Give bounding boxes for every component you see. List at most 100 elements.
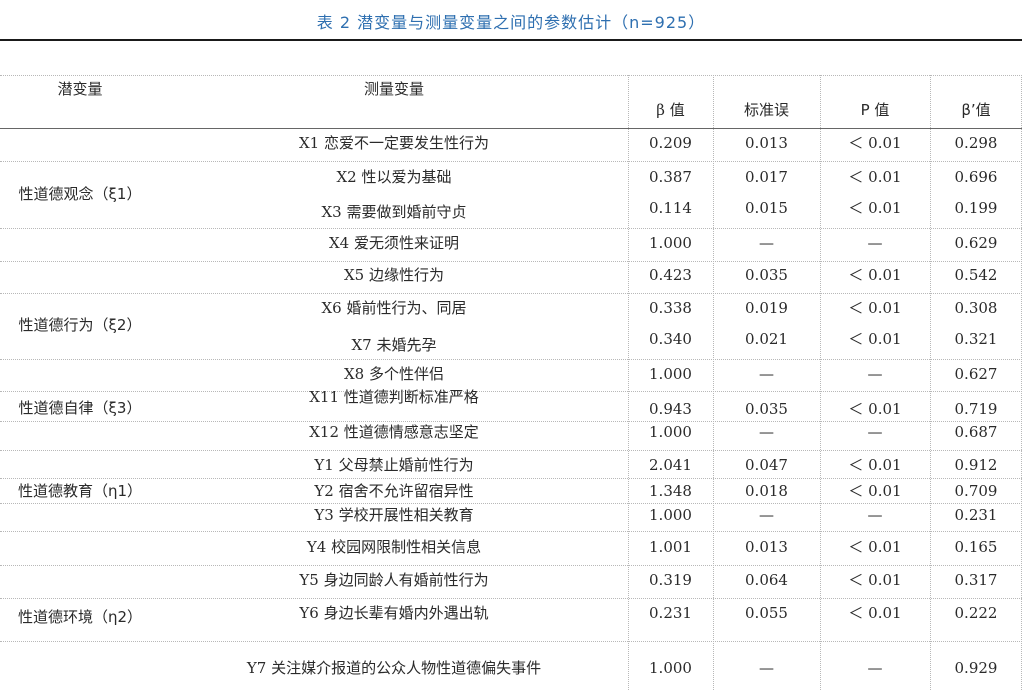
- p-value: —: [867, 659, 883, 677]
- se-value: 0.017: [745, 168, 788, 186]
- row-divider: [0, 261, 1022, 262]
- p-value: ＜ 0.01: [848, 538, 902, 556]
- measured-variable: Y6 身边长辈有婚内外遇出轨: [299, 604, 489, 622]
- beta-value: 0.114: [649, 199, 692, 217]
- latent-label: 性道德观念（ξ1）: [18, 185, 142, 203]
- beta-value: 0.319: [649, 571, 692, 589]
- beta-std-value: 0.308: [954, 299, 998, 317]
- se-value: 0.035: [745, 266, 788, 284]
- se-value: —: [759, 365, 774, 383]
- beta-std-value: 0.629: [954, 234, 998, 252]
- beta-value: 0.423: [649, 266, 692, 284]
- beta-std-value: 0.627: [954, 365, 998, 383]
- table-title: 表 2 潜变量与测量变量之间的参数估计（n=925）: [316, 13, 706, 32]
- measured-variable: Y5 身边同龄人有婚前性行为: [299, 571, 489, 589]
- se-value: 0.035: [745, 400, 788, 418]
- beta-value: 1.000: [649, 423, 692, 441]
- header-bottom-border: [0, 128, 1022, 129]
- p-value: ＜ 0.01: [848, 482, 902, 500]
- header-beta: β 值: [656, 101, 685, 119]
- se-value: —: [759, 506, 774, 524]
- se-value: 0.013: [745, 538, 788, 556]
- p-value: ＜ 0.01: [848, 330, 902, 348]
- p-value: —: [867, 506, 883, 524]
- measured-variable: X5 边缘性行为: [344, 266, 444, 284]
- row-divider: [0, 598, 1022, 599]
- row-divider: [0, 565, 1022, 566]
- se-value: 0.013: [745, 134, 788, 152]
- p-value: ＜ 0.01: [848, 604, 902, 622]
- latent-label: 性道德行为（ξ2）: [18, 316, 142, 334]
- p-value: ＜ 0.01: [848, 400, 902, 418]
- p-value: ＜ 0.01: [848, 134, 902, 152]
- measured-variable: X7 未婚先孕: [351, 336, 437, 354]
- measured-variable: X4 爱无须性来证明: [329, 234, 459, 252]
- se-value: —: [759, 234, 774, 252]
- beta-std-value: 0.165: [954, 538, 998, 556]
- row-divider: [0, 503, 1022, 504]
- beta-value: 0.943: [649, 400, 692, 418]
- row-divider: [0, 161, 1022, 162]
- beta-std-value: 0.199: [954, 199, 998, 217]
- beta-std-value: 0.696: [954, 168, 998, 186]
- header-measured: 测量变量: [363, 80, 424, 98]
- p-value: —: [867, 234, 883, 252]
- beta-value: 1.000: [649, 659, 692, 677]
- latent-label: 性道德教育（η1）: [17, 482, 143, 500]
- latent-label: 性道德环境（η2）: [17, 608, 143, 626]
- beta-std-value: 0.709: [954, 482, 998, 500]
- beta-std-value: 0.321: [954, 330, 998, 348]
- measured-variable: X11 性道德判断标准严格: [309, 388, 479, 406]
- beta-value: 0.209: [649, 134, 692, 152]
- row-divider: [0, 641, 1022, 642]
- row-divider: [0, 421, 1022, 422]
- p-value: ＜ 0.01: [848, 299, 902, 317]
- se-value: —: [759, 659, 774, 677]
- title-rule: [0, 39, 1022, 41]
- beta-std-value: 0.929: [954, 659, 998, 677]
- se-value: 0.019: [745, 299, 788, 317]
- p-value: ＜ 0.01: [848, 199, 902, 217]
- measured-variable: Y3 学校开展性相关教育: [314, 506, 474, 524]
- header-p: P 值: [860, 101, 890, 119]
- beta-std-value: 0.222: [954, 604, 998, 622]
- p-value: ＜ 0.01: [848, 571, 902, 589]
- measured-variable: Y2 宿舍不允许留宿异性: [314, 482, 474, 500]
- se-value: 0.015: [745, 199, 788, 217]
- measured-variable: Y1 父母禁止婚前性行为: [314, 456, 474, 474]
- beta-std-value: 0.542: [954, 266, 998, 284]
- se-value: 0.047: [745, 456, 788, 474]
- row-divider: [0, 228, 1022, 229]
- latent-label: 性道德自律（ξ3）: [18, 399, 142, 417]
- beta-value: 1.000: [649, 365, 692, 383]
- measured-variable: X3 需要做到婚前守贞: [321, 203, 467, 221]
- se-value: 0.064: [745, 571, 788, 589]
- se-value: 0.021: [745, 330, 788, 348]
- se-value: 0.055: [745, 604, 788, 622]
- p-value: ＜ 0.01: [848, 168, 902, 186]
- measured-variable: X6 婚前性行为、同居: [321, 299, 467, 317]
- row-divider: [0, 531, 1022, 532]
- measured-variable: X2 性以爱为基础: [336, 168, 452, 186]
- header-beta-std: β’值: [961, 101, 991, 119]
- row-divider: [0, 450, 1022, 451]
- beta-std-value: 0.231: [954, 506, 998, 524]
- beta-value: 1.000: [649, 506, 692, 524]
- measured-variable: X12 性道德情感意志坚定: [309, 423, 479, 441]
- header-latent: 潜变量: [57, 80, 103, 98]
- row-divider: [0, 359, 1022, 360]
- beta-value: 0.338: [649, 299, 692, 317]
- beta-std-value: 0.298: [954, 134, 998, 152]
- header-se: 标准误: [743, 101, 789, 119]
- p-value: ＜ 0.01: [848, 456, 902, 474]
- table-top-border: [0, 75, 1022, 76]
- beta-value: 2.041: [649, 456, 692, 474]
- row-divider: [0, 293, 1022, 294]
- se-value: —: [759, 423, 774, 441]
- beta-value: 0.387: [649, 168, 692, 186]
- beta-std-value: 0.687: [954, 423, 998, 441]
- beta-value: 0.231: [649, 604, 692, 622]
- beta-value: 1.001: [649, 538, 692, 556]
- p-value: —: [867, 365, 883, 383]
- se-value: 0.018: [745, 482, 788, 500]
